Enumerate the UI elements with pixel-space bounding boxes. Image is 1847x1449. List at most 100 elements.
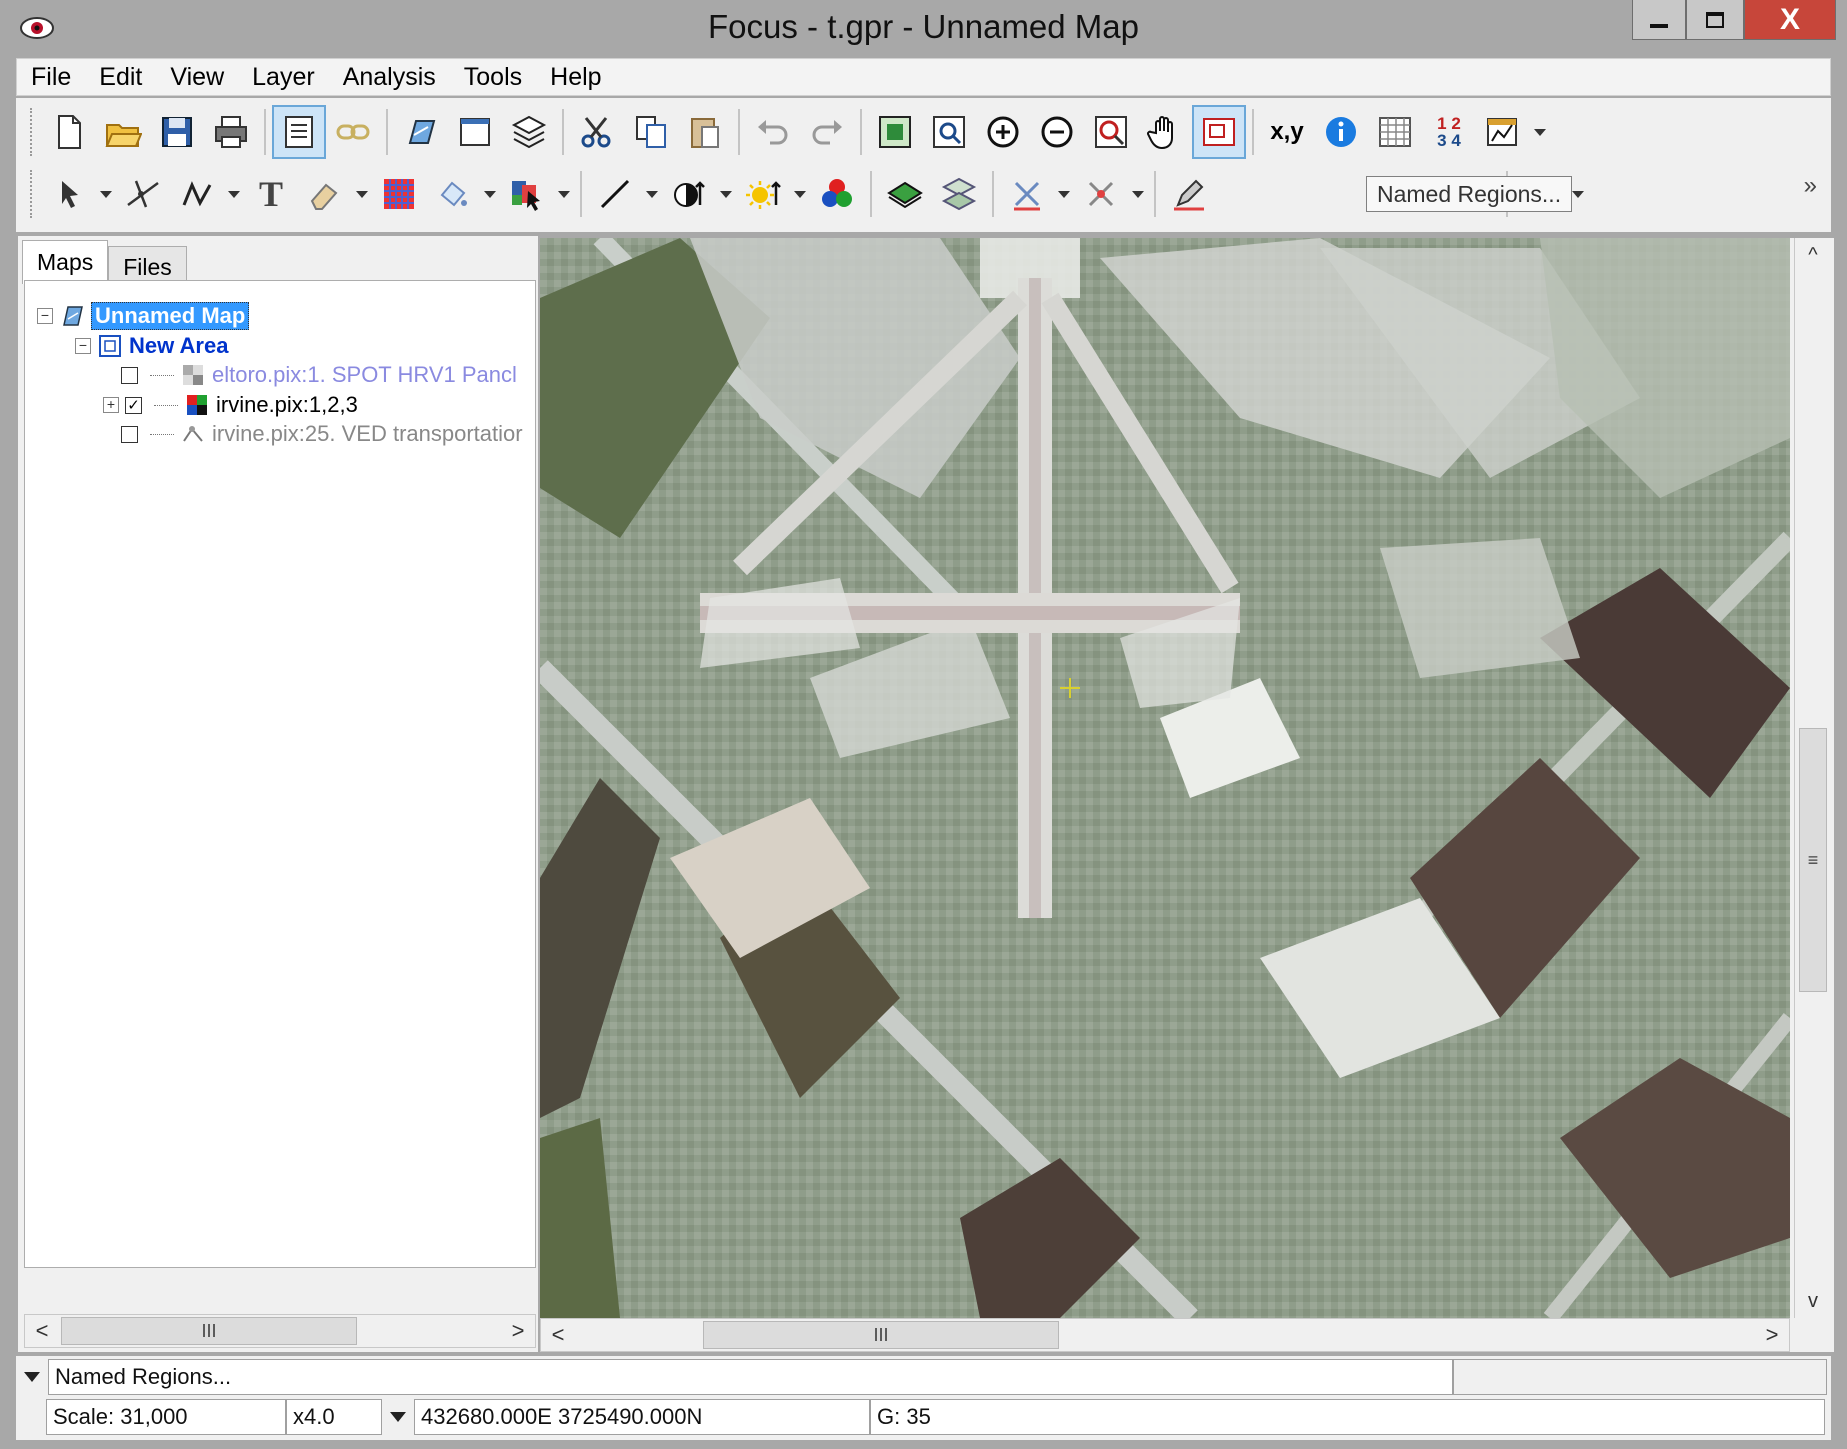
tree-node-area[interactable]: − New Area	[75, 331, 228, 361]
coordinate-dropdown-icon[interactable]	[390, 1412, 406, 1422]
title-bar[interactable]: Focus - t.gpr - Unnamed Map X	[0, 0, 1847, 56]
classify-dropdown[interactable]	[554, 167, 574, 221]
undo-button[interactable]	[746, 105, 800, 159]
layer-row[interactable]: + ✓ irvine.pix:1,2,3	[103, 390, 358, 420]
layer-visibility-checkbox[interactable]: ✓	[125, 396, 142, 414]
tool-x-dropdown[interactable]	[1054, 167, 1074, 221]
menu-help[interactable]: Help	[536, 63, 615, 92]
collapse-icon[interactable]: −	[37, 308, 53, 324]
polyline-dropdown[interactable]	[224, 167, 244, 221]
map-view-button[interactable]	[394, 105, 448, 159]
save-button[interactable]	[150, 105, 204, 159]
cut-button[interactable]	[570, 105, 624, 159]
fill-dropdown[interactable]	[480, 167, 500, 221]
eraser-button[interactable]	[298, 167, 352, 221]
rgb-button[interactable]	[810, 167, 864, 221]
scroll-thumb[interactable]: III	[61, 1317, 357, 1345]
print-button[interactable]	[204, 105, 258, 159]
eraser-dropdown[interactable]	[352, 167, 372, 221]
pen-button[interactable]	[1162, 167, 1216, 221]
scroll-right-button[interactable]: >	[501, 1315, 535, 1347]
scroll-left-button[interactable]: <	[541, 1319, 575, 1351]
map-horizontal-scrollbar[interactable]: < III >	[540, 1318, 1790, 1352]
maximize-button[interactable]	[1686, 0, 1744, 40]
line-dropdown[interactable]	[642, 167, 662, 221]
zoom-out-button[interactable]	[1030, 105, 1084, 159]
area-label[interactable]: New Area	[129, 333, 228, 359]
toolbar-overflow-icon[interactable]: »	[1804, 172, 1817, 200]
expand-icon[interactable]: +	[103, 397, 119, 413]
tree-node-map[interactable]: − Unnamed Map	[37, 301, 250, 331]
toolbar-grip[interactable]	[30, 170, 34, 218]
scroll-left-button[interactable]: <	[25, 1315, 59, 1347]
layer-stack-button[interactable]	[932, 167, 986, 221]
overview-button[interactable]	[1192, 105, 1246, 159]
text-button[interactable]: T	[244, 167, 298, 221]
menu-analysis[interactable]: Analysis	[329, 63, 450, 92]
zoom-extent-button[interactable]	[868, 105, 922, 159]
layer-visibility-checkbox[interactable]	[121, 425, 138, 443]
menu-tools[interactable]: Tools	[450, 63, 536, 92]
toolbar-grip[interactable]	[30, 108, 34, 156]
contrast-button[interactable]	[662, 167, 716, 221]
fill-button[interactable]	[426, 167, 480, 221]
map-vertical-scrollbar[interactable]: ^ ≡ v	[1794, 238, 1830, 1318]
menu-view[interactable]: View	[156, 63, 238, 92]
new-file-button[interactable]	[42, 105, 96, 159]
edit-vertex-button[interactable]	[116, 167, 170, 221]
layer-label[interactable]: irvine.pix:25. VED transportatior	[212, 421, 523, 447]
satellite-image-map[interactable]	[540, 238, 1790, 1318]
scroll-right-button[interactable]: >	[1755, 1319, 1789, 1351]
minimize-button[interactable]	[1632, 0, 1686, 40]
classify-button[interactable]	[500, 167, 554, 221]
close-button[interactable]: X	[1744, 0, 1836, 40]
tree-horizontal-scrollbar[interactable]: < III >	[24, 1314, 536, 1348]
numbers-button[interactable]: 1 2 3 4	[1422, 105, 1476, 159]
open-folder-button[interactable]	[96, 105, 150, 159]
raster-edit-button[interactable]	[372, 167, 426, 221]
menu-layer[interactable]: Layer	[238, 63, 329, 92]
layers-button[interactable]	[502, 105, 556, 159]
zoom-window-button[interactable]	[922, 105, 976, 159]
info-button[interactable]	[1314, 105, 1368, 159]
collapse-icon[interactable]: −	[75, 338, 91, 354]
tool-x-button[interactable]	[1000, 167, 1054, 221]
zoom-level-field[interactable]: x4.0	[286, 1399, 382, 1435]
ruler-chart-dropdown[interactable]	[1530, 105, 1550, 159]
copy-button[interactable]	[624, 105, 678, 159]
layer-green-button[interactable]	[878, 167, 932, 221]
tool-y-dropdown[interactable]	[1128, 167, 1148, 221]
polyline-button[interactable]	[170, 167, 224, 221]
scroll-down-button[interactable]: v	[1795, 1284, 1831, 1318]
scale-field[interactable]: Scale: 31,000	[46, 1399, 286, 1435]
layer-visibility-checkbox[interactable]	[121, 366, 138, 384]
properties-button[interactable]	[272, 105, 326, 159]
chevron-down-icon[interactable]	[24, 1372, 40, 1382]
window-button[interactable]	[448, 105, 502, 159]
pan-button[interactable]	[1138, 105, 1192, 159]
menu-file[interactable]: File	[17, 63, 85, 92]
scroll-thumb[interactable]: III	[703, 1321, 1059, 1349]
named-regions-field[interactable]: Named Regions...	[48, 1359, 1453, 1395]
tab-maps[interactable]: Maps	[22, 240, 109, 284]
table-button[interactable]	[1368, 105, 1422, 159]
brightness-button[interactable]	[736, 167, 790, 221]
xy-button[interactable]: x,y	[1260, 105, 1314, 159]
tool-y-button[interactable]	[1074, 167, 1128, 221]
map-label[interactable]: Unnamed Map	[91, 302, 250, 330]
layer-label[interactable]: irvine.pix:1,2,3	[216, 392, 358, 418]
layer-label[interactable]: eltoro.pix:1. SPOT HRV1 Pancl	[212, 362, 517, 388]
scroll-thumb[interactable]: ≡	[1799, 728, 1827, 992]
menu-edit[interactable]: Edit	[85, 63, 156, 92]
paste-button[interactable]	[678, 105, 732, 159]
redo-button[interactable]	[800, 105, 854, 159]
scroll-up-button[interactable]: ^	[1795, 238, 1831, 272]
layer-row[interactable]: irvine.pix:25. VED transportatior	[121, 419, 523, 449]
zoom-one-button[interactable]	[1084, 105, 1138, 159]
ruler-chart-button[interactable]	[1476, 105, 1530, 159]
zoom-in-button[interactable]	[976, 105, 1030, 159]
contrast-dropdown[interactable]	[716, 167, 736, 221]
brightness-dropdown[interactable]	[790, 167, 810, 221]
link-button[interactable]	[326, 105, 380, 159]
layer-row[interactable]: eltoro.pix:1. SPOT HRV1 Pancl	[121, 360, 517, 390]
